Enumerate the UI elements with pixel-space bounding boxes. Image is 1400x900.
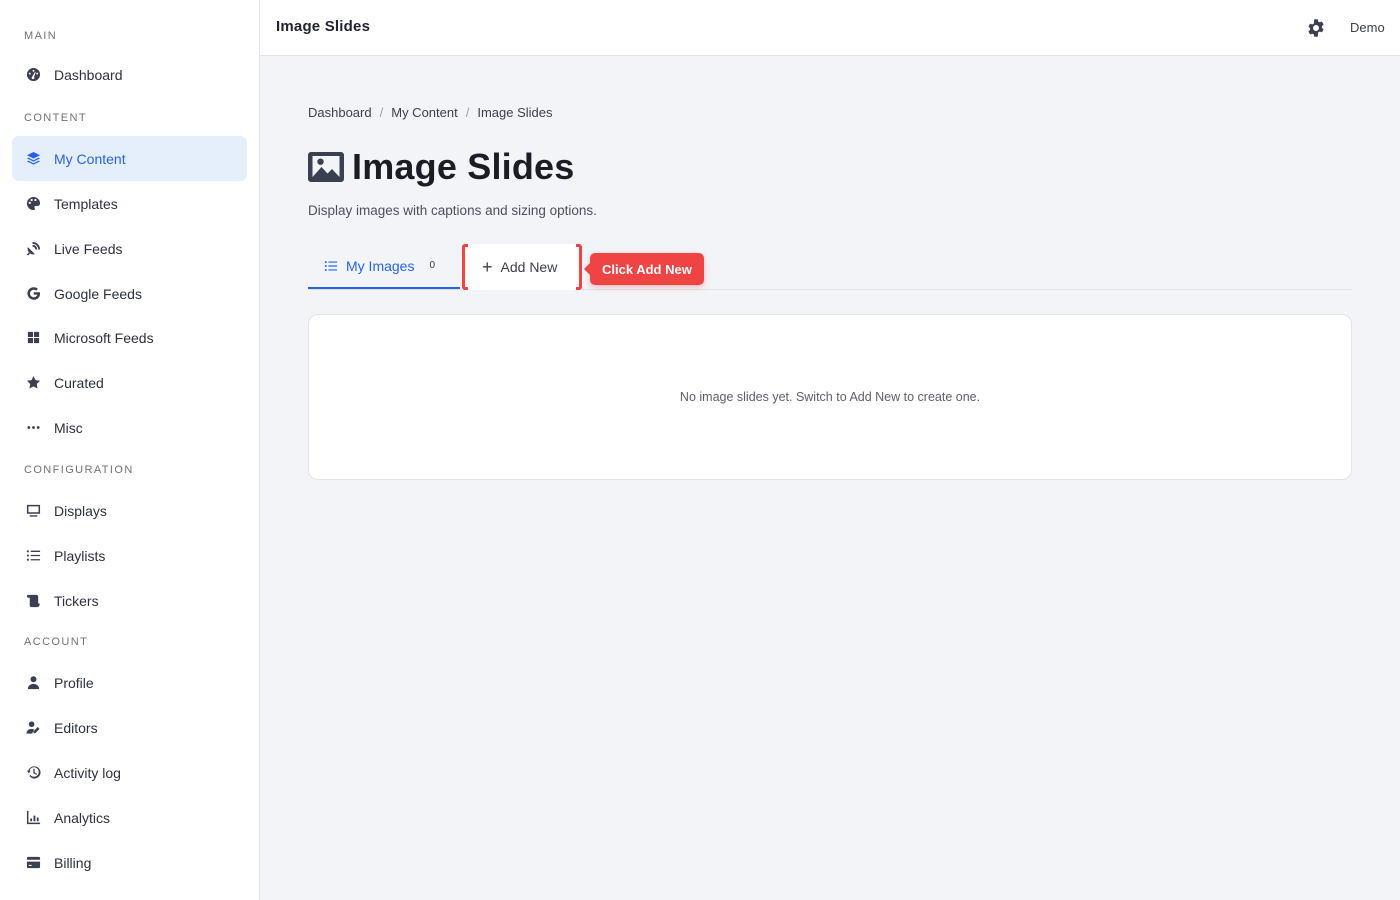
highlight-bracket-left [462,244,468,290]
list-icon [324,259,338,273]
satellite-dish-icon [24,240,42,258]
sidebar-item-label: Curated [54,374,104,391]
sidebar-section-account: ACCOUNT [24,636,89,648]
history-icon [24,764,42,782]
sidebar-item-dashboard[interactable]: Dashboard [12,52,247,97]
sidebar-item-activity-log[interactable]: Activity log [12,750,247,795]
sidebar-section-content: CONTENT [24,112,87,124]
sidebar-item-analytics[interactable]: Analytics [12,795,247,840]
credit-card-icon [24,854,42,872]
breadcrumb-item-dashboard[interactable]: Dashboard [308,105,372,120]
user-pen-icon [24,719,42,737]
tab-my-images-label: My Images [346,257,415,274]
topbar-title: Image Slides [276,18,371,35]
sidebar-item-billing[interactable]: Billing [12,840,247,885]
sidebar-item-label: Templates [54,195,118,212]
sidebar-item-label: Misc [54,419,83,436]
sidebar-item-microsoft-feeds[interactable]: Microsoft Feeds [12,315,247,360]
windows-icon [24,329,42,347]
page-subtitle: Display images with captions and sizing … [308,203,597,218]
sidebar-item-label: Tickers [54,592,99,609]
layers-icon [24,150,42,168]
empty-state-message: No image slides yet. Switch to Add New t… [679,390,981,404]
google-icon [24,285,42,303]
tab-add-new[interactable]: + Add New [462,244,582,290]
tab-my-images[interactable]: My Images 0 [308,244,460,289]
image-icon [308,151,344,183]
sidebar-item-label: Editors [54,719,98,736]
chart-icon [24,809,42,827]
sidebar-item-displays[interactable]: Displays [12,488,247,533]
hint-tooltip: Click Add New [584,253,704,285]
breadcrumb: Dashboard / My Content / Image Slides [308,105,553,120]
star-icon [24,374,42,392]
sidebar-item-live-feeds[interactable]: Live Feeds [12,226,247,271]
sidebar-item-label: Dashboard [54,66,123,83]
palette-icon [24,195,42,213]
sidebar-item-profile[interactable]: Profile [12,660,247,705]
sidebar-item-misc[interactable]: Misc [12,405,247,450]
sidebar-section-main: MAIN [24,30,58,42]
empty-state-card: No image slides yet. Switch to Add New t… [308,314,1352,480]
sidebar-item-label: Playlists [54,547,106,564]
breadcrumb-item-current: Image Slides [477,105,553,120]
sidebar-item-label: Displays [54,502,107,519]
sidebar-item-label: Billing [54,854,92,871]
user-menu[interactable]: Demo [1350,20,1385,35]
highlight-bracket-right [576,244,582,290]
sidebar-item-tickers[interactable]: Tickers [12,578,247,623]
sidebar-item-label: My Content [54,150,126,167]
tab-my-images-count: 0 [429,260,436,271]
page-title-text: Image Slides [352,146,575,187]
sidebar-item-label: Google Feeds [54,285,142,302]
sidebar-item-label: Microsoft Feeds [54,329,154,346]
sidebar-item-my-content[interactable]: My Content [12,136,247,181]
sidebar-item-curated[interactable]: Curated [12,360,247,405]
scroll-icon [24,592,42,610]
breadcrumb-separator: / [379,105,384,120]
list-icon [24,547,42,565]
ellipsis-icon [24,419,42,437]
breadcrumb-item-my-content[interactable]: My Content [391,105,457,120]
sidebar-item-google-feeds[interactable]: Google Feeds [12,271,247,316]
sidebar: MAIN Dashboard CONTENT My Content Templa… [0,0,260,900]
gear-icon[interactable] [1306,18,1326,38]
page-title: Image Slides [308,146,575,188]
sidebar-item-label: Analytics [54,809,111,826]
sidebar-section-configuration: CONFIGURATION [24,464,134,476]
sidebar-item-editors[interactable]: Editors [12,705,247,750]
tab-add-new-label: Add New [500,259,558,275]
topbar: Image Slides Demo [260,0,1400,56]
sidebar-item-label: Profile [54,674,94,691]
sidebar-item-playlists[interactable]: Playlists [12,533,247,578]
dashboard-icon [24,66,42,84]
plus-icon: + [482,257,493,277]
breadcrumb-separator: / [465,105,470,120]
sidebar-item-label: Activity log [54,764,121,781]
user-icon [24,674,42,692]
sidebar-item-templates[interactable]: Templates [12,181,247,226]
monitor-icon [24,502,42,520]
sidebar-item-label: Live Feeds [54,240,123,257]
